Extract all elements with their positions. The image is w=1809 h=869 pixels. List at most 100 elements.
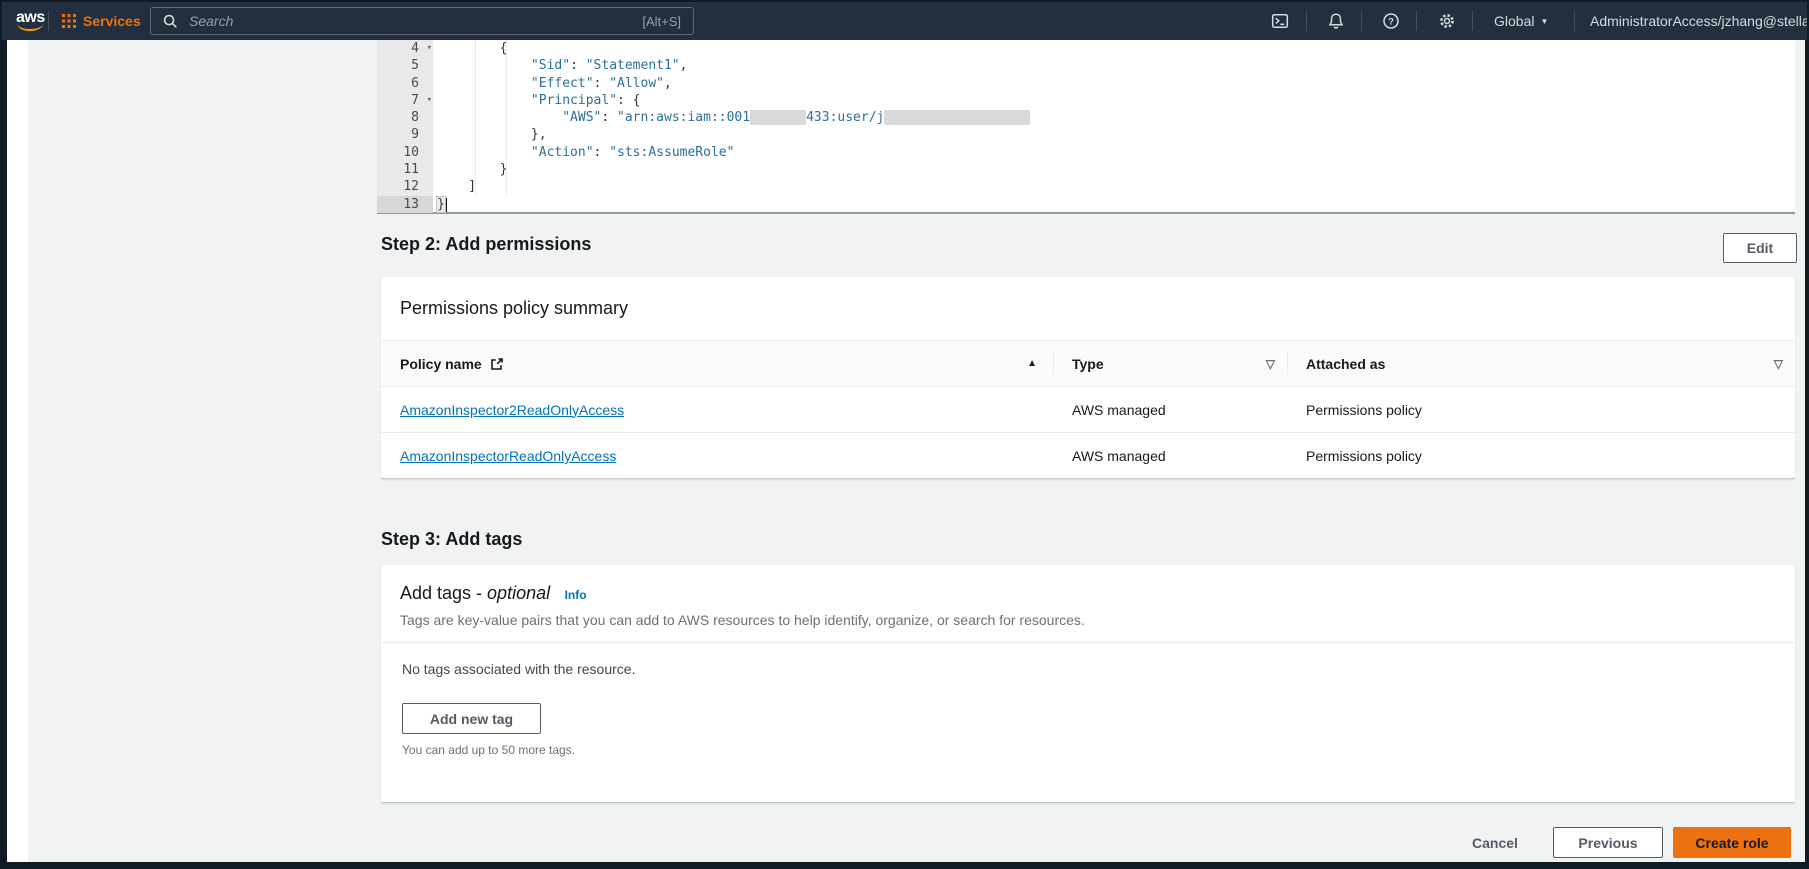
region-label: Global bbox=[1494, 13, 1535, 29]
redacted-text bbox=[884, 110, 1031, 126]
column-header-attached-as[interactable]: Attached as ▽ bbox=[1287, 341, 1795, 386]
line-number: 13 bbox=[403, 196, 419, 212]
aws-top-nav: aws Services [Alt+S] bbox=[2, 2, 1807, 40]
region-selector[interactable]: Global ▼ bbox=[1494, 2, 1548, 40]
filter-icon[interactable]: ▽ bbox=[1266, 357, 1275, 371]
code-token: } bbox=[437, 162, 508, 178]
edit-permissions-button[interactable]: Edit bbox=[1723, 233, 1797, 263]
column-label: Policy name bbox=[400, 355, 482, 372]
line-number-gutter: 8 bbox=[377, 109, 433, 127]
divider bbox=[1472, 11, 1473, 31]
policy-attached-as: Permissions policy bbox=[1306, 401, 1422, 418]
notifications-button[interactable] bbox=[1326, 2, 1346, 40]
line-number: 7 bbox=[411, 92, 419, 108]
policy-link[interactable]: AmazonInspector2ReadOnlyAccess bbox=[400, 402, 624, 418]
code-token: "AWS" bbox=[562, 110, 602, 126]
code-token: }, bbox=[437, 127, 547, 143]
line-number: 4 bbox=[411, 41, 419, 56]
code-text[interactable]: { bbox=[433, 40, 508, 57]
optional-label: optional bbox=[487, 583, 551, 603]
policy-link[interactable]: AmazonInspectorReadOnlyAccess bbox=[400, 448, 616, 464]
code-text[interactable]: }, bbox=[433, 126, 547, 143]
cloudshell-button[interactable] bbox=[1270, 2, 1290, 40]
filter-icon[interactable]: ▽ bbox=[1774, 357, 1783, 371]
left-rail bbox=[7, 40, 28, 862]
step2-heading: Step 2: Add permissions bbox=[381, 234, 592, 254]
divider bbox=[1416, 11, 1417, 31]
sort-asc-icon[interactable]: ▲ bbox=[1027, 358, 1037, 369]
services-label: Services bbox=[83, 13, 141, 29]
code-text[interactable]: "AWS": "arn:aws:iam::001 433:user/j bbox=[433, 109, 1031, 126]
code-text[interactable]: } bbox=[433, 195, 448, 213]
fold-caret-icon[interactable]: ▾ bbox=[427, 92, 432, 109]
search-input[interactable] bbox=[187, 12, 634, 30]
code-line: 13} bbox=[377, 195, 1795, 213]
line-number: 6 bbox=[411, 75, 419, 91]
line-number: 8 bbox=[411, 110, 419, 126]
account-label: AdministratorAccess/jzhang@stellar bbox=[1590, 13, 1807, 29]
line-number-gutter: 6 bbox=[377, 74, 433, 92]
code-line: 8 "AWS": "arn:aws:iam::001 433:user/j bbox=[377, 109, 1795, 127]
add-new-tag-button[interactable]: Add new tag bbox=[402, 703, 541, 734]
code-text[interactable]: } bbox=[433, 161, 508, 178]
code-token: "arn:aws:iam::001 bbox=[617, 110, 751, 126]
cancel-button[interactable]: Cancel bbox=[1455, 827, 1535, 858]
policy-type: AWS managed bbox=[1072, 448, 1166, 464]
line-number: 11 bbox=[403, 162, 419, 178]
code-token: : bbox=[593, 75, 610, 91]
column-label: Attached as bbox=[1306, 355, 1386, 372]
code-text[interactable]: "Action": "sts:AssumeRole" bbox=[433, 144, 735, 161]
code-line: 11 } bbox=[377, 161, 1795, 179]
code-text[interactable]: "Principal": { bbox=[433, 92, 641, 109]
tags-panel-title: Add tags - optional bbox=[400, 583, 551, 603]
add-tags-panel: Add tags - optional Info Tags are key-va… bbox=[381, 565, 1795, 803]
line-number-gutter: 12 bbox=[377, 178, 433, 196]
fold-caret-icon[interactable]: ▾ bbox=[427, 40, 432, 57]
tag-limit-text: You can add up to 50 more tags. bbox=[402, 743, 576, 757]
account-menu[interactable]: AdministratorAccess/jzhang@stellar bbox=[1590, 2, 1807, 40]
aws-smile-icon bbox=[17, 24, 44, 31]
code-line: 10 "Action": "sts:AssumeRole" bbox=[377, 143, 1795, 162]
table-row: AmazonInspectorReadOnlyAccess AWS manage… bbox=[381, 433, 1795, 479]
grid-icon bbox=[62, 14, 76, 28]
permissions-summary-panel: Permissions policy summary Policy name ▲… bbox=[381, 277, 1795, 479]
services-menu-button[interactable]: Services bbox=[62, 2, 141, 40]
code-token: "Effect" bbox=[530, 75, 594, 91]
code-text[interactable]: ] bbox=[433, 178, 476, 195]
divider bbox=[48, 11, 49, 31]
settings-button[interactable] bbox=[1437, 2, 1457, 40]
global-search[interactable]: [Alt+S] bbox=[150, 7, 694, 35]
code-text[interactable]: "Effect": "Allow", bbox=[433, 75, 672, 92]
tags-panel-header: Add tags - optional Info Tags are key-va… bbox=[381, 565, 1795, 643]
table-row: AmazonInspector2ReadOnlyAccess AWS manag… bbox=[381, 387, 1795, 433]
info-link[interactable]: Info bbox=[565, 588, 587, 602]
code-token: , bbox=[664, 75, 672, 91]
chevron-down-icon: ▼ bbox=[1540, 16, 1549, 26]
external-link-icon bbox=[490, 357, 503, 370]
column-header-policy-name[interactable]: Policy name ▲ bbox=[381, 341, 1053, 386]
column-header-type[interactable]: Type ▽ bbox=[1053, 341, 1287, 386]
line-number: 9 bbox=[411, 127, 419, 143]
panel-title: Permissions policy summary bbox=[400, 298, 629, 318]
step3-heading: Step 3: Add tags bbox=[381, 529, 523, 549]
line-number: 12 bbox=[403, 179, 419, 195]
line-number-gutter: 10 bbox=[377, 143, 433, 162]
previous-button[interactable]: Previous bbox=[1553, 827, 1663, 858]
tags-description: Tags are key-value pairs that you can ad… bbox=[400, 612, 1085, 628]
code-token: "sts:AssumeRole" bbox=[609, 144, 735, 160]
indent-guide bbox=[506, 40, 507, 196]
code-token: { bbox=[437, 41, 508, 56]
code-token: , bbox=[679, 58, 688, 74]
divider bbox=[1361, 11, 1362, 31]
aws-logo[interactable]: aws bbox=[16, 2, 45, 40]
svg-text:?: ? bbox=[1388, 16, 1394, 27]
code-text[interactable]: "Sid": "Statement1", bbox=[433, 57, 688, 74]
indent-guide bbox=[475, 40, 476, 196]
help-button[interactable]: ? bbox=[1381, 2, 1401, 40]
trust-policy-editor[interactable]: 4 ▾ {5 "Sid": "Statement1", 6 "Effect": "A… bbox=[377, 40, 1795, 214]
create-role-button[interactable]: Create role bbox=[1673, 827, 1791, 858]
code-line: 12 ] bbox=[377, 178, 1795, 196]
